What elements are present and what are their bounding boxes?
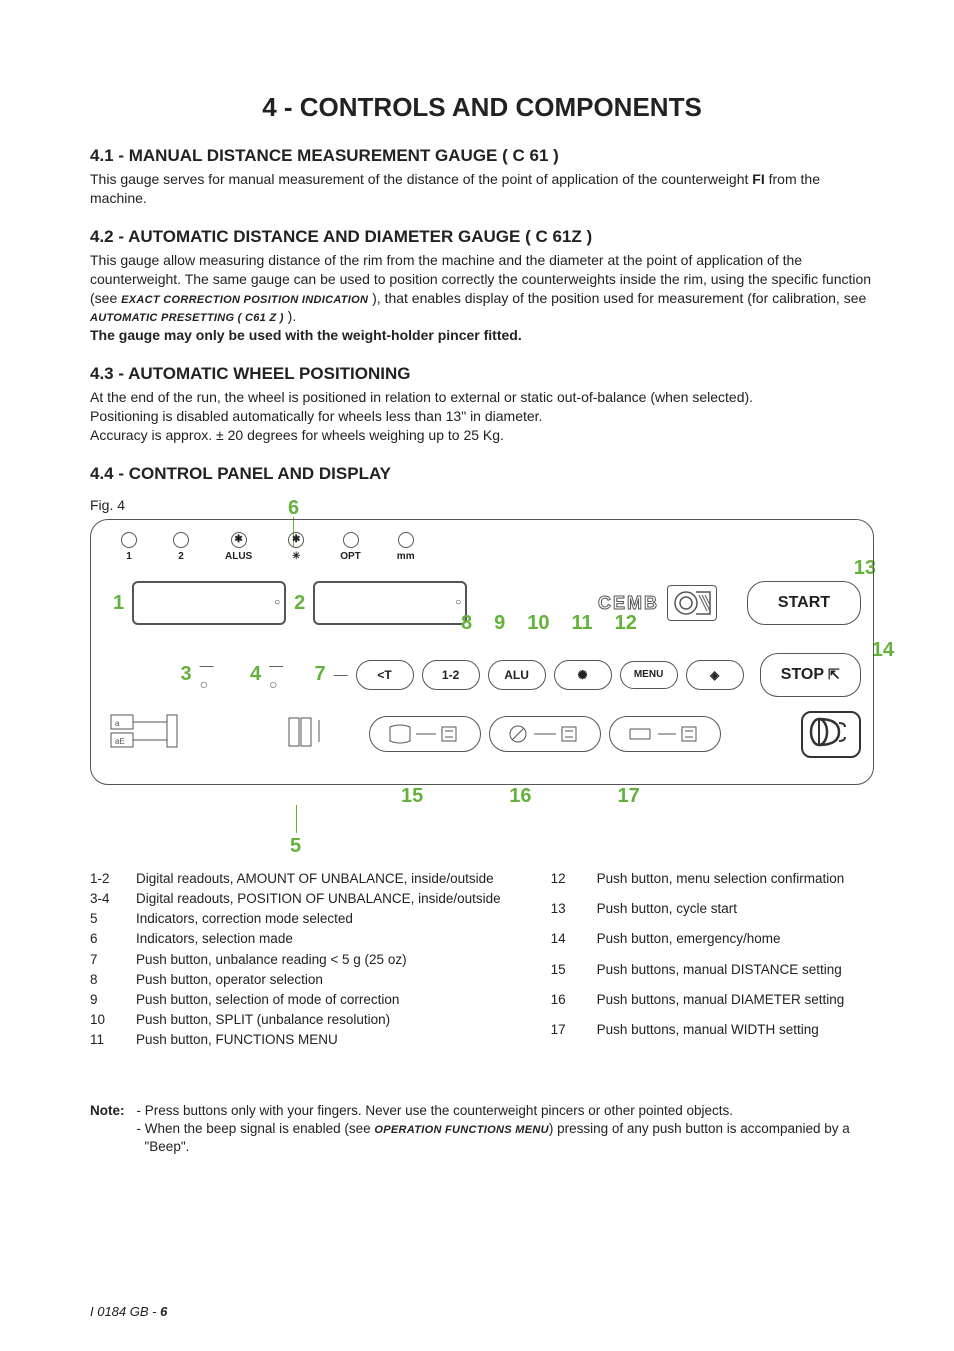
callout-5: 5: [290, 835, 301, 857]
legend-left: 1-2Digital readouts, AMOUNT OF UNBALANCE…: [90, 870, 511, 1052]
callout-11: 11: [572, 610, 593, 637]
section-4-1-heading: 4.1 - MANUAL DISTANCE MEASUREMENT GAUGE …: [90, 145, 874, 168]
svg-text:aE: aE: [115, 737, 125, 746]
legend: 1-2Digital readouts, AMOUNT OF UNBALANCE…: [90, 870, 874, 1052]
section-4-1-body: This gauge serves for manual measurement…: [90, 170, 874, 208]
led-indicator: 1: [121, 532, 137, 564]
section-4-4-heading: 4.4 - CONTROL PANEL AND DISPLAY: [90, 463, 874, 486]
indicator-row: 1 2 ✱ALUS ✱✳ OPT mm: [103, 532, 861, 564]
readout-inside-amount: ○: [132, 581, 286, 625]
note-line: - Press buttons only with your fingers. …: [145, 1102, 875, 1120]
callout-8: 8: [461, 610, 472, 637]
readout-outside-amount: ○: [313, 581, 467, 625]
list-item: 14Push button, emergency/home: [551, 930, 855, 960]
list-item: 7Push button, unbalance reading < 5 g (2…: [90, 951, 511, 971]
home-arrow-icon: ⇱: [828, 665, 840, 684]
callout-14: 14: [872, 637, 894, 664]
callout-16: 16: [509, 783, 531, 810]
list-item: 9Push button, selection of mode of corre…: [90, 991, 511, 1011]
callout-9: 9: [494, 610, 505, 637]
led-indicator: OPT: [340, 532, 361, 564]
mode-indicator-icons: a aE: [107, 711, 207, 758]
text: ).: [284, 308, 296, 324]
callout-12: 12: [615, 610, 637, 637]
note-block: Note: - Press buttons only with your fin…: [90, 1102, 874, 1157]
led-indicator: ✱ALUS: [225, 532, 252, 564]
text-bold: FI: [752, 171, 764, 187]
stop-button[interactable]: STOP⇱: [760, 653, 861, 697]
ref-text: AUTOMATIC PRESETTING ( C61 Z ): [90, 312, 284, 324]
callout-7: 7: [314, 661, 325, 688]
callout-2: 2: [294, 590, 305, 617]
callout-4: 4: [250, 661, 261, 688]
section-4-2-heading: 4.2 - AUTOMATIC DISTANCE AND DIAMETER GA…: [90, 226, 874, 249]
page-footer: I 0184 GB - 6: [90, 1303, 167, 1321]
start-button[interactable]: START: [747, 581, 861, 625]
legend-right: 12Push button, menu selection confirmati…: [551, 870, 855, 1052]
callout-15: 15: [401, 783, 423, 810]
diamond-arrow-icon: ◈: [710, 667, 719, 683]
ref-text: EXACT CORRECTION POSITION INDICATION: [121, 294, 368, 306]
confirm-button[interactable]: ◈: [686, 660, 744, 690]
section-4-2-body: This gauge allow measuring distance of t…: [90, 251, 874, 345]
callout-3: 3: [181, 661, 192, 688]
control-panel-figure: 1 2 ✱ALUS ✱✳ OPT mm 1 ○ 2 ○ CEMB START 8…: [90, 519, 874, 785]
page-title: 4 - CONTROLS AND COMPONENTS: [90, 90, 874, 125]
increment-icon-group: [283, 712, 333, 757]
svg-text:a: a: [115, 719, 120, 728]
ref-text: OPERATION FUNCTIONS MENU: [374, 1124, 548, 1136]
section-4-3-heading: 4.3 - AUTOMATIC WHEEL POSITIONING: [90, 363, 874, 386]
lt-button[interactable]: <T: [356, 660, 414, 690]
figure-label: Fig. 4: [90, 496, 874, 515]
list-item: 15Push buttons, manual DISTANCE setting: [551, 961, 855, 991]
list-item: 3-4Digital readouts, POSITION OF UNBALAN…: [90, 890, 511, 910]
distance-setting-buttons[interactable]: [369, 716, 481, 752]
callout-10: 10: [527, 610, 549, 637]
list-item: 12Push button, menu selection confirmati…: [551, 870, 855, 900]
split-button[interactable]: ✺: [554, 660, 612, 690]
led-indicator: mm: [397, 532, 415, 564]
note-label: Note:: [90, 1102, 125, 1157]
note-line: - When the beep signal is enabled (see O…: [145, 1120, 875, 1156]
one-two-button[interactable]: 1-2: [422, 660, 480, 690]
diameter-setting-buttons[interactable]: [489, 716, 601, 752]
list-item: 6Indicators, selection made: [90, 930, 511, 950]
text: Accuracy is approx. ± 20 degrees for whe…: [90, 427, 504, 443]
menu-button[interactable]: MENU: [620, 661, 678, 689]
led-indicator: ✱✳: [288, 532, 304, 564]
callout-1: 1: [113, 590, 124, 617]
list-item: 11Push button, FUNCTIONS MENU: [90, 1031, 511, 1051]
list-item: 5Indicators, correction mode selected: [90, 910, 511, 930]
list-item: 13Push button, cycle start: [551, 900, 855, 930]
tire-icon: [801, 711, 861, 758]
callout-17: 17: [618, 783, 640, 810]
text: At the end of the run, the wheel is posi…: [90, 389, 753, 405]
list-item: 8Push button, operator selection: [90, 971, 511, 991]
text: ), that enables display of the position …: [368, 290, 866, 306]
list-item: 10Push button, SPLIT (unbalance resoluti…: [90, 1011, 511, 1031]
logo-icon: [667, 585, 717, 621]
alu-button[interactable]: ALU: [488, 660, 546, 690]
list-item: 16Push buttons, manual DIAMETER setting: [551, 991, 855, 1021]
text-bold: The gauge may only be used with the weig…: [90, 327, 522, 343]
list-item: 1-2Digital readouts, AMOUNT OF UNBALANCE…: [90, 870, 511, 890]
width-setting-buttons[interactable]: [609, 716, 721, 752]
section-4-3-body: At the end of the run, the wheel is posi…: [90, 388, 874, 445]
list-item: 17Push buttons, manual WIDTH setting: [551, 1021, 855, 1051]
sparkle-icon: ✺: [578, 667, 588, 683]
text: This gauge serves for manual measurement…: [90, 171, 752, 187]
text: Positioning is disabled automatically fo…: [90, 408, 542, 424]
led-indicator: 2: [173, 532, 189, 564]
